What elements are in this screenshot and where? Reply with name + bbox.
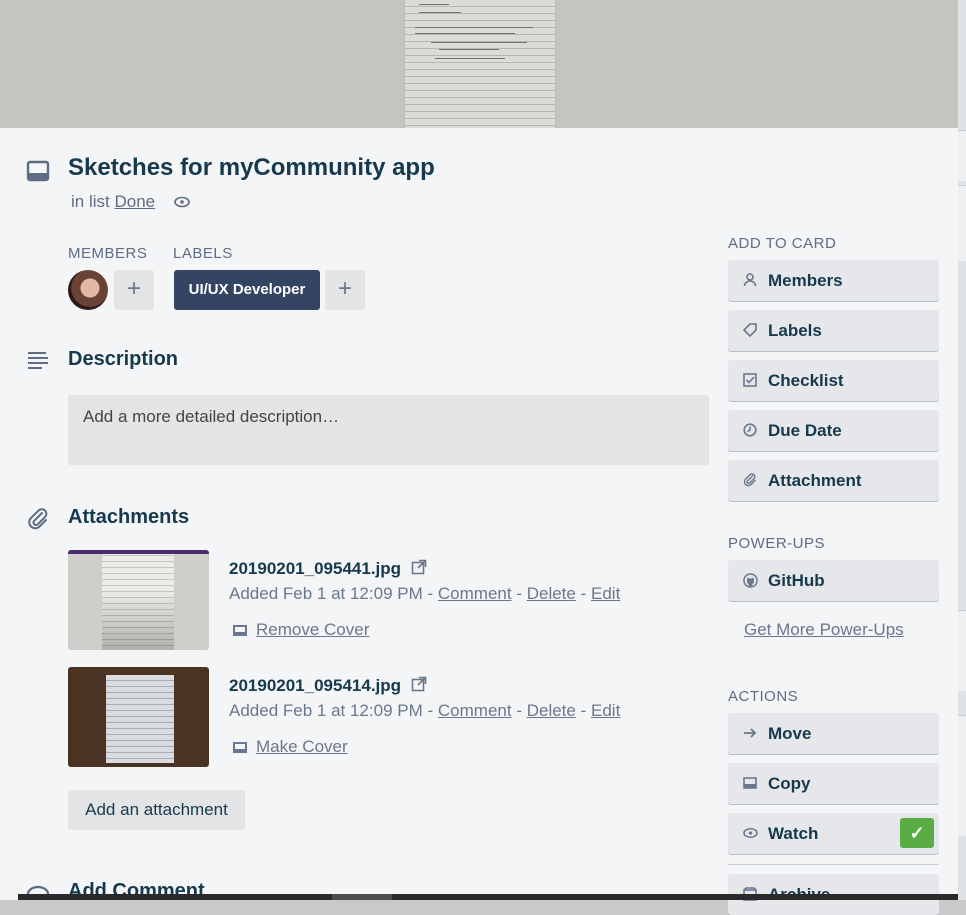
make-cover-action[interactable]: Make Cover [233,737,348,757]
github-icon [742,573,758,589]
attachments-heading: Attachments [68,506,190,528]
cover-notebook-sketch [404,0,556,128]
sidebar-github-button[interactable]: GitHub [728,560,939,601]
paperclip-icon [742,473,758,489]
card-title[interactable]: Sketches for myCommunity app [68,154,435,182]
sidebar-attachment-button[interactable]: Attachment [728,460,939,501]
arrow-right-icon [742,726,758,742]
description-heading: Description [68,348,179,370]
sidebar-labels-button[interactable]: Labels [728,310,939,351]
edit-link[interactable]: Edit [591,584,620,603]
comment-link[interactable]: Comment [438,584,512,603]
sidebar-due-date-button[interactable]: Due Date [728,410,939,451]
label-chip-uiux-developer[interactable]: UI/UX Developer [174,270,320,310]
external-link-icon[interactable] [411,676,427,697]
sidebar-members-button[interactable]: Members [728,260,939,301]
attachment-name[interactable]: 20190201_095441.jpg [229,559,427,580]
sidebar-copy-button[interactable]: Copy [728,763,939,804]
delete-link[interactable]: Delete [527,701,576,720]
external-link-icon[interactable] [411,559,427,580]
add-label-button[interactable]: + [325,270,365,310]
card-icon [742,776,758,792]
make-cover-link[interactable]: Make Cover [256,737,348,756]
card-list-location: in list Done [71,192,190,213]
comment-link[interactable]: Comment [438,701,512,720]
taskbar-strip [18,894,958,900]
labels-section-label: Labels [173,245,233,262]
remove-cover-link[interactable]: Remove Cover [256,620,369,639]
description-icon [26,350,50,375]
checkbox-icon [742,373,758,389]
eye-icon [742,826,758,842]
add-to-card-label: Add to card [728,235,837,252]
sidebar-move-button[interactable]: Move [728,713,939,754]
attachment-thumbnail[interactable] [68,667,209,767]
sidebar-checklist-button[interactable]: Checklist [728,360,939,401]
sidebar-watch-button[interactable]: Watch ✓ [728,813,939,854]
get-more-power-ups-link[interactable]: Get More Power-Ups [744,620,904,640]
card-cover-icon [233,742,247,754]
actions-label: Actions [728,688,799,705]
add-attachment-button[interactable]: Add an attachment [68,790,245,830]
paperclip-icon [26,507,50,536]
attachment-meta: Added Feb 1 at 12:09 PM - Comment - Dele… [229,701,621,720]
add-member-button[interactable]: + [114,270,154,310]
member-avatar[interactable] [68,270,108,310]
card-icon [26,160,50,187]
delete-link[interactable]: Delete [527,584,576,603]
tag-icon [742,323,758,339]
description-input[interactable]: Add a more detailed description… [68,395,709,465]
sidebar-divider [728,864,939,865]
card-cover-icon [233,625,247,637]
board-background-strip [958,0,966,900]
attachment-name[interactable]: 20190201_095414.jpg [229,676,427,697]
edit-link[interactable]: Edit [591,701,620,720]
watch-checked-icon: ✓ [900,818,934,848]
list-link[interactable]: Done [114,192,155,211]
power-ups-label: Power-Ups [728,535,826,552]
card-cover-image [0,0,958,128]
remove-cover-action[interactable]: Remove Cover [233,620,369,640]
attachment-thumbnail[interactable] [68,550,209,650]
watching-eye-icon [174,193,190,213]
clock-icon [742,423,758,439]
person-icon [742,273,758,289]
members-section-label: Members [68,245,148,262]
attachment-meta: Added Feb 1 at 12:09 PM - Comment - Dele… [229,584,621,603]
